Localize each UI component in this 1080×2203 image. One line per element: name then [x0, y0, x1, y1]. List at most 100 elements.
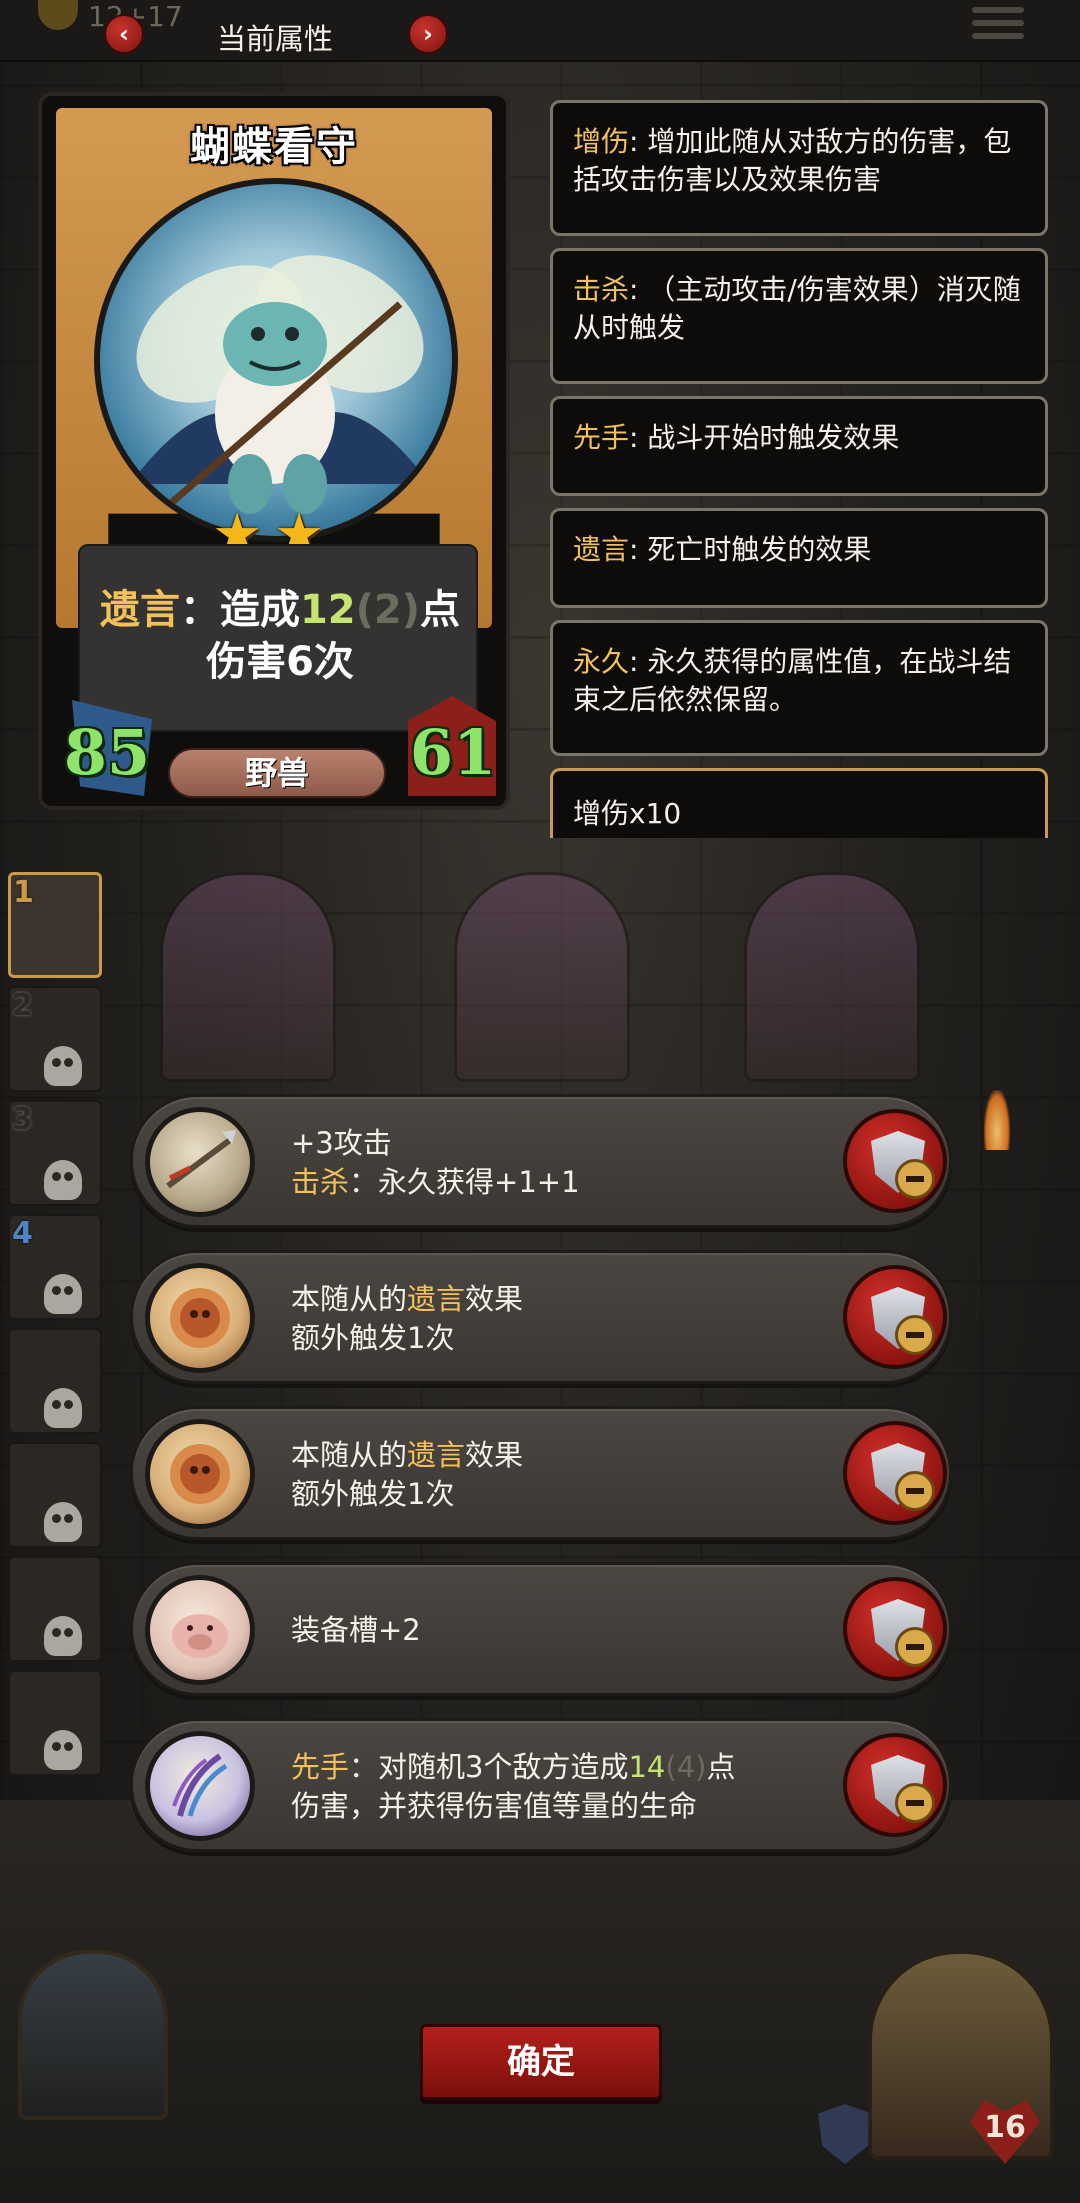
equipment-text: +3攻击 击杀：永久获得+1+1 — [291, 1124, 851, 1202]
keyword-text: : 死亡时触发的效果 — [629, 533, 872, 566]
menu-icon[interactable] — [972, 0, 1024, 44]
minus-icon — [895, 1159, 935, 1199]
equipment-row: 本随从的遗言效果 额外触发1次 — [130, 1406, 952, 1540]
confirm-button[interactable]: 确定 — [420, 2024, 662, 2100]
damage-bonus: (2) — [355, 587, 421, 633]
equip-line1: 本随从的 — [291, 1282, 408, 1316]
keyword-name: 先手 — [573, 421, 630, 454]
skull-icon — [44, 1046, 82, 1086]
equip-line1: 装备槽+2 — [291, 1613, 421, 1647]
roster-slot-4[interactable]: 4 — [8, 1214, 102, 1320]
keyword-name: 永久 — [573, 645, 630, 678]
equip-line1: 本随从的 — [291, 1438, 408, 1472]
equip-line2: 额外触发1次 — [291, 1477, 455, 1511]
keyword-panel-damage: 增伤: 增加此随从对敌方的伤害，包括攻击伤害以及效果伤害 — [550, 100, 1048, 236]
equip-damage-number: 14 — [628, 1750, 666, 1784]
board-minion-card[interactable] — [454, 872, 630, 1082]
skull-icon — [44, 1388, 82, 1428]
equip-line2: 伤害，并获得伤害值等量的生命 — [291, 1789, 698, 1823]
skull-icon — [44, 1274, 82, 1314]
equipment-row: 先手：对随机3个敌方造成14(4)点 伤害，并获得伤害值等量的生命 — [130, 1718, 952, 1852]
hero-left-portrait — [18, 1950, 168, 2120]
keyword-text: : （主动攻击/伤害效果）消灭随从时触发 — [573, 273, 1021, 344]
card-description: 遗言：造成12(2)点 伤害6次 — [80, 584, 480, 688]
card-name: 蝴蝶看守 — [190, 124, 358, 170]
keyword-panel-permanent: 永久: 永久获得的属性值，在战斗结束之后依然保留。 — [550, 620, 1048, 756]
minion-card: 蝴蝶看守 ★ ★ 遗言：造成12(2)点 伤害6次 85 61 野兽 — [38, 92, 510, 810]
keyword-panel-deathrattle: 遗言: 死亡时触发的效果 — [550, 508, 1048, 608]
skull-icon — [44, 1730, 82, 1770]
desc-line2: 伤害6次 — [206, 639, 354, 685]
next-arrow-button[interactable]: › — [408, 14, 448, 54]
equipment-row: +3攻击 击杀：永久获得+1+1 — [130, 1094, 952, 1228]
keyword-panel-first: 先手: 战斗开始时触发效果 — [550, 396, 1048, 496]
equip-line1-end: 效果 — [465, 1438, 524, 1472]
equipment-text: 装备槽+2 — [291, 1611, 851, 1650]
card-description-box: 遗言：造成12(2)点 伤害6次 — [78, 544, 478, 732]
seal-icon — [145, 1263, 255, 1373]
bonus-text: 增伤x10 — [573, 797, 682, 830]
roster-slot-7[interactable] — [8, 1556, 102, 1662]
equip-line1-end: 效果 — [465, 1282, 524, 1316]
roster-slot-8[interactable] — [8, 1670, 102, 1776]
keyword-name: 击杀 — [573, 273, 630, 306]
unequip-button[interactable] — [843, 1733, 947, 1837]
roster-slot-1[interactable]: 1 — [8, 872, 102, 978]
keyword-name: 增伤 — [573, 125, 630, 158]
gold-coin-icon — [38, 0, 78, 30]
health-value: 61 — [409, 716, 497, 789]
unequip-button[interactable] — [843, 1265, 947, 1369]
roster-slot-5[interactable] — [8, 1328, 102, 1434]
equip-keyword: 遗言 — [407, 1438, 466, 1472]
keyword-text: : 增加此随从对敌方的伤害，包括攻击伤害以及效果伤害 — [573, 125, 1012, 196]
roster-slot-3[interactable]: 3 — [8, 1100, 102, 1206]
roster-number: 4 — [12, 1216, 33, 1251]
skull-icon — [44, 1160, 82, 1200]
desc-text: 点 — [420, 587, 461, 633]
equip-line1-end: 点 — [706, 1750, 736, 1784]
keyword-panel-kill: 击杀: （主动攻击/伤害效果）消灭随从时触发 — [550, 248, 1048, 384]
damage-number: 12 — [299, 587, 356, 633]
deathrattle-keyword: 遗言 — [99, 587, 180, 633]
board-minion-card[interactable] — [160, 872, 336, 1082]
top-bar: 12+17 ‹ 当前属性 › — [0, 0, 1080, 62]
torch-icon — [984, 1090, 1010, 1150]
spear-icon — [145, 1107, 255, 1217]
equipment-row: 装备槽+2 — [130, 1562, 952, 1696]
equipment-text: 本随从的遗言效果 额外触发1次 — [291, 1436, 851, 1514]
keyword-text: : 永久获得的属性值，在战斗结束之后依然保留。 — [573, 645, 1012, 716]
minus-icon — [895, 1627, 935, 1667]
pig-icon — [145, 1575, 255, 1685]
equip-line2: 额外触发1次 — [291, 1321, 455, 1355]
claw-icon — [145, 1731, 255, 1841]
minus-icon — [895, 1783, 935, 1823]
roster-number: 1 — [13, 875, 34, 910]
equip-line1: +3攻击 — [291, 1126, 392, 1160]
bonus-panel: 增伤x10 — [550, 768, 1048, 838]
roster-slot-6[interactable] — [8, 1442, 102, 1548]
skull-icon — [44, 1502, 82, 1542]
unequip-button[interactable] — [843, 1421, 947, 1525]
desc-text: ：造成 — [179, 587, 300, 633]
minus-icon — [895, 1315, 935, 1355]
equip-line1: ：对随机3个敌方造成 — [349, 1750, 629, 1784]
roster-slot-2[interactable]: 2 — [8, 986, 102, 1092]
keyword-name: 遗言 — [573, 533, 630, 566]
unequip-button[interactable] — [843, 1577, 947, 1681]
board-minion-card[interactable] — [744, 872, 920, 1082]
equip-keyword: 遗言 — [407, 1282, 466, 1316]
seal-icon — [145, 1419, 255, 1529]
equipment-text: 本随从的遗言效果 额外触发1次 — [291, 1280, 851, 1358]
minus-icon — [895, 1471, 935, 1511]
prev-arrow-button[interactable]: ‹ — [104, 14, 144, 54]
roster-number: 3 — [12, 1102, 33, 1137]
skull-icon — [44, 1616, 82, 1656]
equip-keyword: 击杀 — [291, 1165, 350, 1199]
equip-line2: ：永久获得+1+1 — [349, 1165, 580, 1199]
keyword-text: : 战斗开始时触发效果 — [629, 421, 900, 454]
page-title: 当前属性 — [216, 22, 333, 56]
roster-number: 2 — [12, 988, 33, 1023]
equipment-text: 先手：对随机3个敌方造成14(4)点 伤害，并获得伤害值等量的生命 — [291, 1748, 851, 1826]
equip-damage-bonus: (4) — [665, 1750, 707, 1784]
unequip-button[interactable] — [843, 1109, 947, 1213]
